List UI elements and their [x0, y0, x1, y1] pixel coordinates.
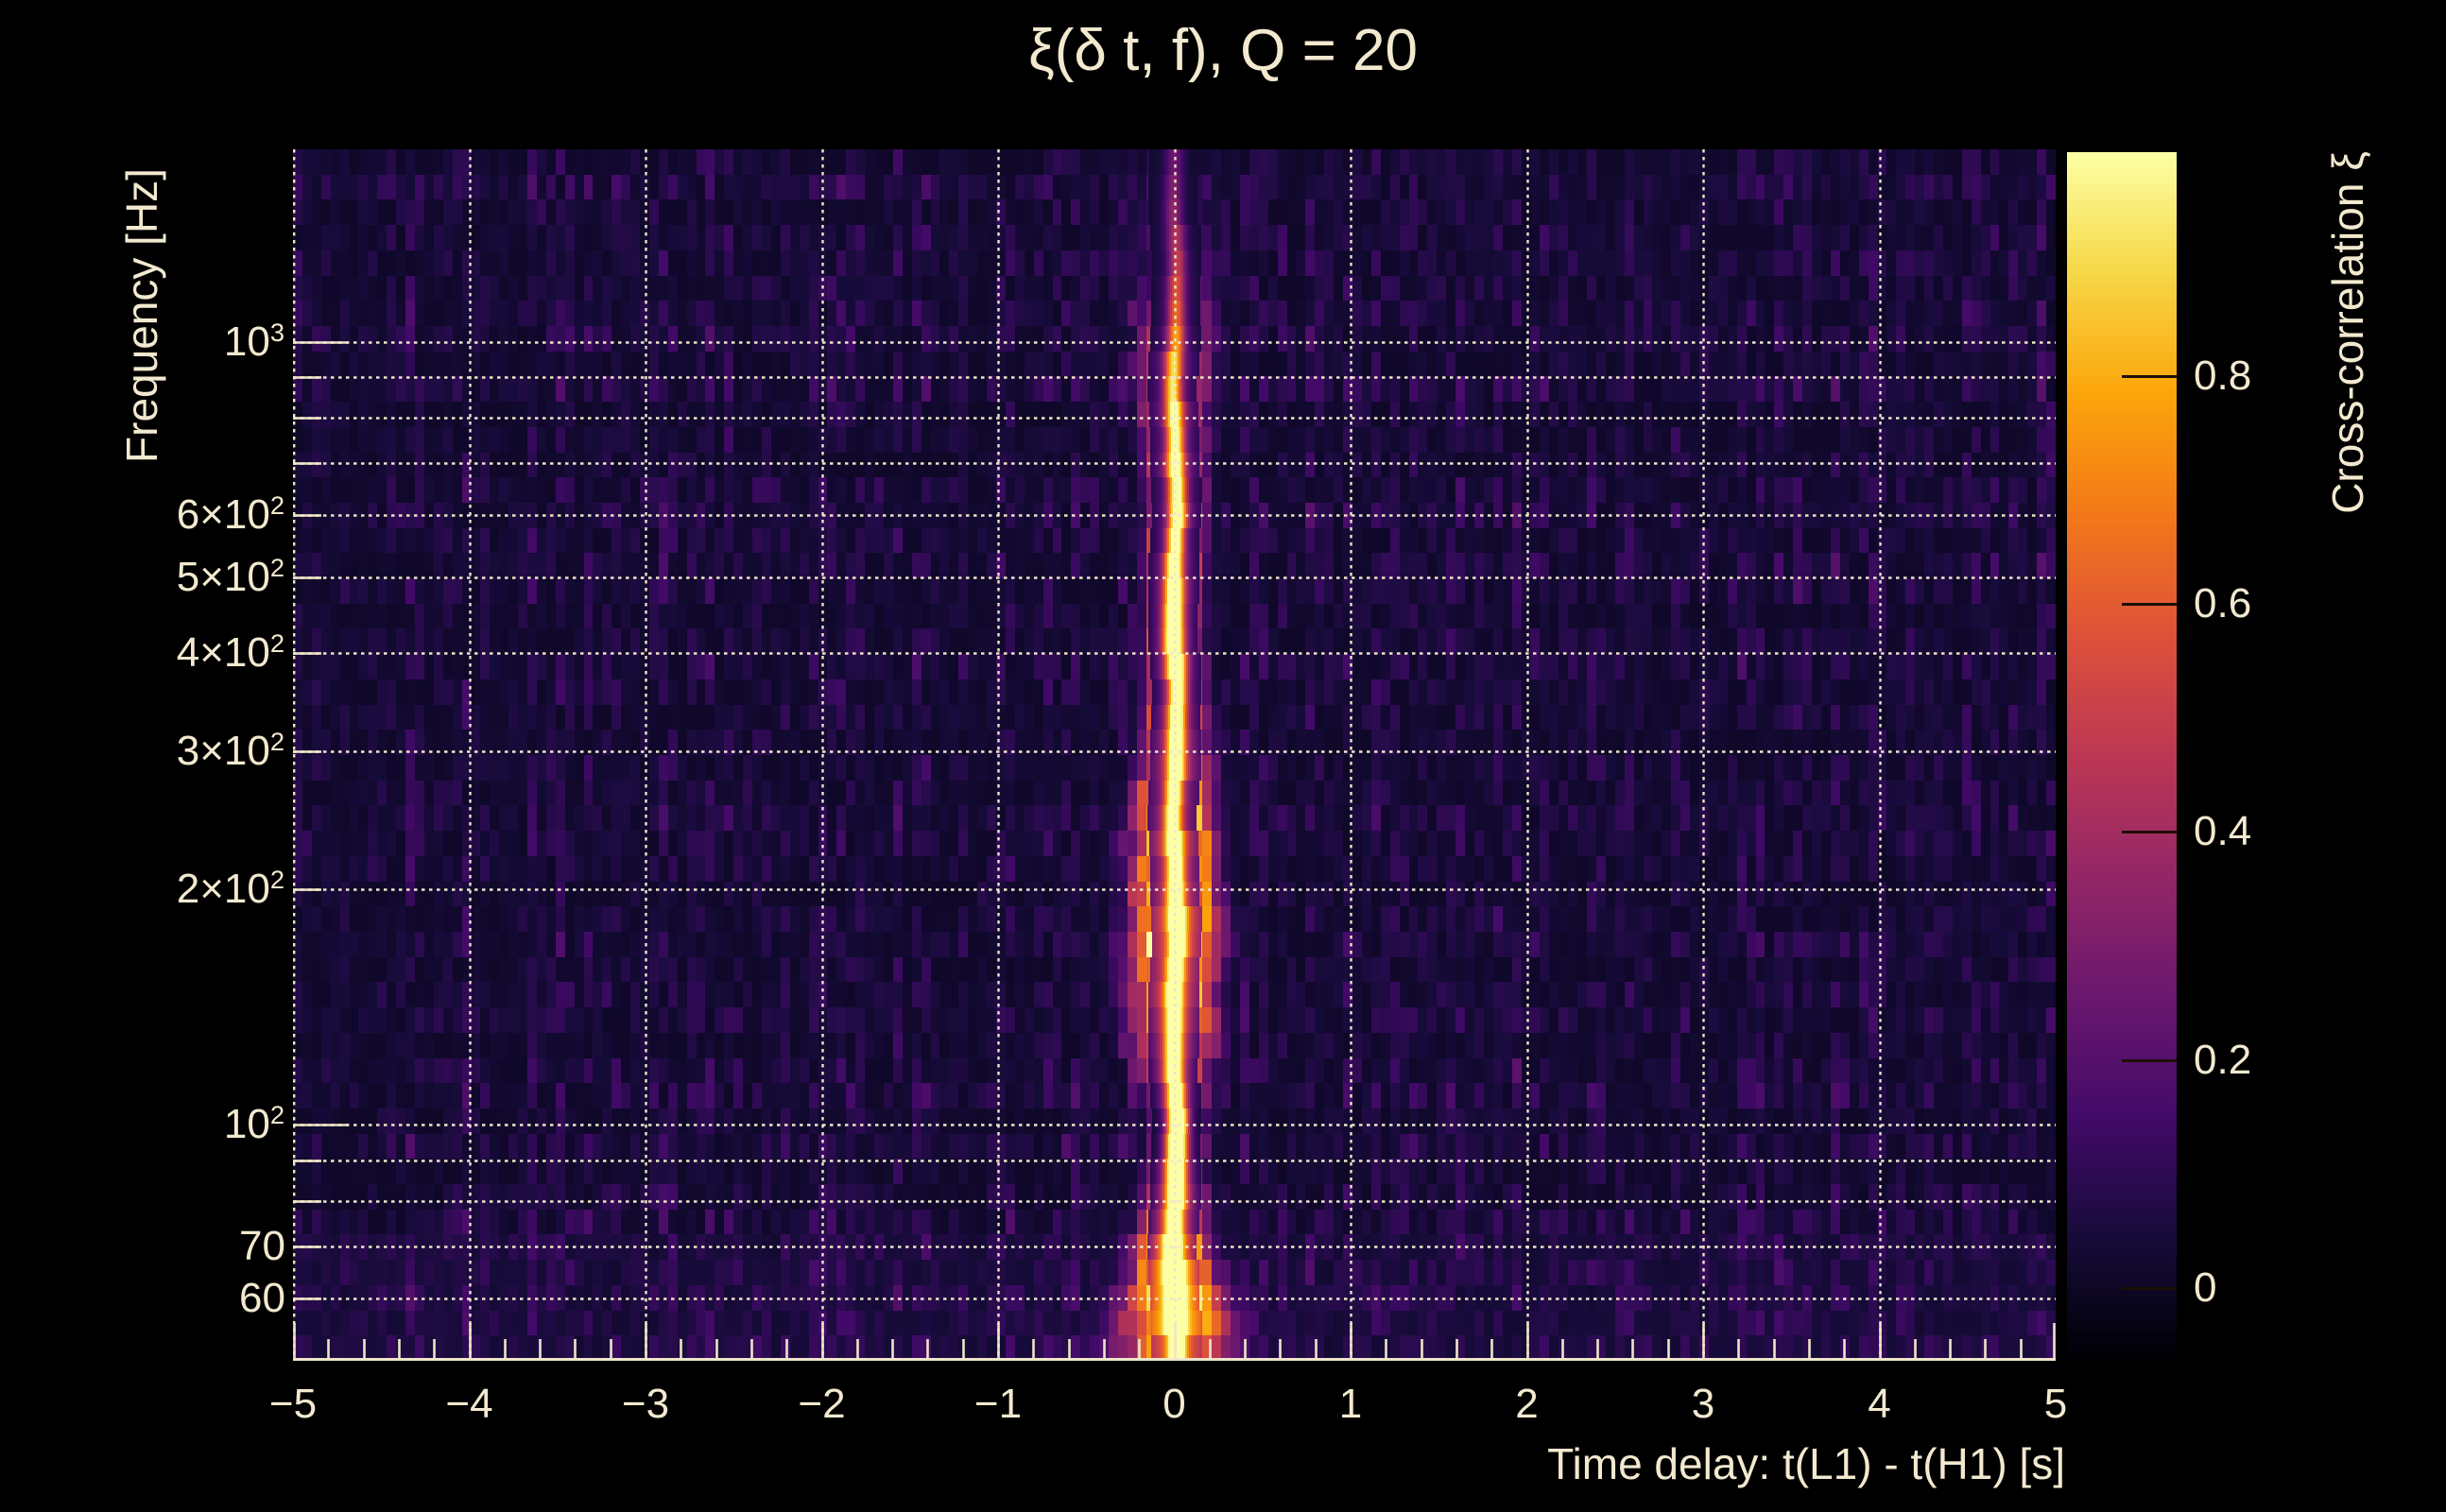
x-tick-label: 3 [1691, 1381, 1715, 1427]
y-tick-label: 103 [223, 317, 285, 365]
x-tick-label: 4 [1868, 1381, 1891, 1427]
colorbar-tick-label: 0.2 [2194, 1036, 2252, 1083]
chart-title: ξ(δ t, f), Q = 20 [1028, 18, 1418, 83]
y-tick-label: 2×102 [176, 864, 285, 912]
figure: ξ(δ t, f), Q = 20 Frequency [Hz] 103 6×10… [0, 0, 2446, 1512]
colorbar-tick-label: 0.6 [2194, 579, 2252, 627]
x-tick-label: 1 [1338, 1381, 1363, 1427]
y-tick-label: 3×102 [176, 726, 285, 774]
heatmap-canvas [293, 149, 2056, 1361]
x-tick-label: −3 [621, 1381, 670, 1427]
x-tick-label: 5 [2043, 1381, 2068, 1427]
y-tick-label: 5×102 [176, 553, 285, 601]
y-tick-label: 102 [223, 1100, 285, 1148]
y-tick-label: 4×102 [176, 628, 285, 677]
x-tick-label: −1 [973, 1381, 1023, 1427]
x-tick-label: 0 [1163, 1381, 1186, 1427]
colorbar-tick-label: 0.4 [2194, 808, 2252, 855]
colorbar-label: Cross-correlation ξ [2323, 151, 2372, 514]
x-tick-label: −4 [445, 1381, 493, 1427]
colorbar-canvas [2067, 152, 2177, 1361]
colorbar-tick-label: 0 [2194, 1263, 2217, 1311]
x-tick-label: −2 [798, 1381, 846, 1427]
y-tick-label: 70 [239, 1222, 285, 1269]
x-tick-label: −5 [268, 1381, 318, 1427]
colorbar-tick-label: 0.8 [2194, 352, 2252, 399]
y-tick-label: 60 [239, 1275, 285, 1322]
x-tick-label: 2 [1515, 1381, 1539, 1427]
y-tick-label: 6×102 [176, 490, 285, 539]
x-axis-label: Time delay: t(L1) - t(H1) [s] [1547, 1439, 2065, 1488]
